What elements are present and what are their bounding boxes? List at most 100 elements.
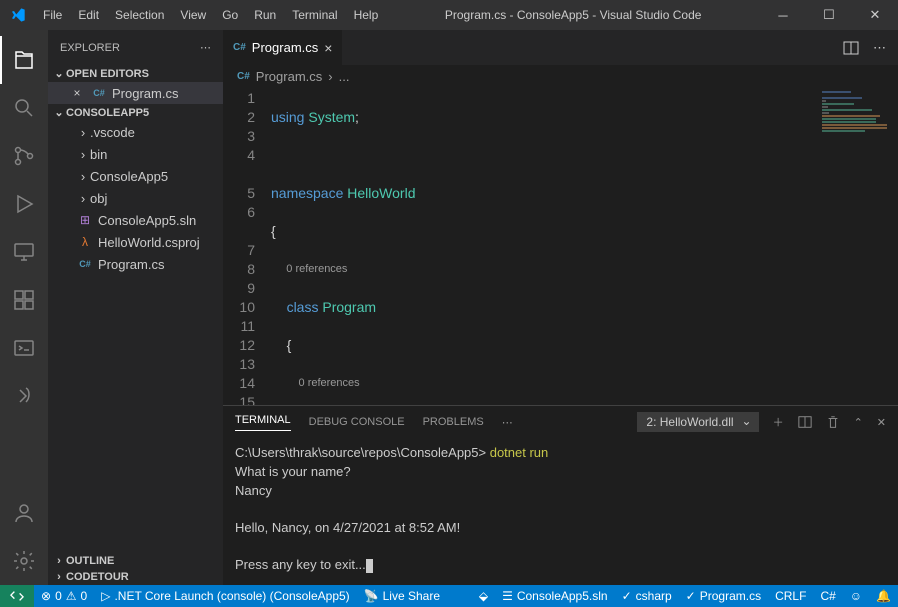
more-icon[interactable]: ⋯ (200, 41, 211, 54)
remote-indicator[interactable] (0, 585, 34, 607)
file-label: Program.cs (98, 257, 164, 272)
maximize-panel-icon[interactable]: ⌃ (854, 416, 863, 429)
source-control-icon[interactable] (0, 132, 48, 180)
terminal-line: Hello, Nancy, on 4/27/2021 at 8:52 AM! (235, 520, 460, 535)
file-sln[interactable]: ⊞ConsoleApp5.sln (48, 209, 223, 231)
editor-group: C# Program.cs × ⋯ C# Program.cs › ... 12… (223, 30, 898, 585)
status-debug-config[interactable]: ▷ .NET Core Launch (console) (ConsoleApp… (94, 585, 356, 607)
menu-file[interactable]: File (35, 0, 70, 30)
menu-edit[interactable]: Edit (70, 0, 107, 30)
panel-tab-problems[interactable]: PROBLEMS (423, 416, 484, 428)
terminal-activity-icon[interactable] (0, 324, 48, 372)
csharp-file-icon: C# (233, 42, 246, 53)
tab-program-cs[interactable]: C# Program.cs × (223, 30, 343, 65)
panel-tab-debug-console[interactable]: DEBUG CONSOLE (309, 416, 405, 428)
search-icon[interactable] (0, 84, 48, 132)
status-live-share[interactable]: 📡 Live Share (357, 585, 447, 607)
account-icon[interactable] (0, 489, 48, 537)
close-panel-icon[interactable]: ✕ (877, 416, 886, 429)
sln-file-icon: ⊞ (76, 213, 94, 227)
run-debug-icon[interactable] (0, 180, 48, 228)
file-csproj[interactable]: λ HelloWorld.csproj (48, 231, 223, 253)
panel-tabs: TERMINAL DEBUG CONSOLE PROBLEMS ⋯ 2: Hel… (223, 406, 898, 438)
code-editor[interactable]: 1234 56 789101112131415 using System; na… (223, 87, 898, 405)
menu-run[interactable]: Run (246, 0, 284, 30)
maximize-button[interactable]: ☐ (806, 0, 852, 30)
terminal-command: dotnet run (490, 445, 549, 460)
extensions-icon[interactable] (0, 276, 48, 324)
terminal-dropdown[interactable]: 2: HelloWorld.dll (637, 412, 758, 432)
open-editors-label: OPEN EDITORS (66, 68, 149, 80)
status-lang[interactable]: ✓ csharp (615, 585, 679, 607)
split-editor-icon[interactable] (843, 40, 859, 56)
codelens-references[interactable]: 0 references (299, 377, 360, 389)
remote-explorer-icon[interactable] (0, 228, 48, 276)
close-icon[interactable]: × (68, 86, 86, 100)
folder-label: ConsoleApp5 (90, 169, 168, 184)
menu-view[interactable]: View (172, 0, 214, 30)
chevron-right-icon: › (76, 147, 90, 162)
breadcrumb[interactable]: C# Program.cs › ... (223, 65, 898, 87)
more-icon[interactable]: ⋯ (873, 40, 886, 56)
project-section[interactable]: ⌄CONSOLEAPP5 (48, 104, 223, 121)
menu-terminal[interactable]: Terminal (284, 0, 345, 30)
status-problems[interactable]: ⊗ 0 ⚠ 0 (34, 585, 94, 607)
status-file[interactable]: ✓ Program.cs (679, 585, 768, 607)
open-editor-label: Program.cs (112, 86, 178, 101)
terminal-line: What is your name? (235, 464, 351, 479)
panel-tab-terminal[interactable]: TERMINAL (235, 414, 291, 431)
close-icon[interactable]: × (324, 40, 332, 56)
minimap[interactable] (818, 87, 898, 405)
live-share-icon[interactable] (0, 372, 48, 420)
terminal-prompt: C:\Users\thrak\source\repos\ConsoleApp5> (235, 445, 490, 460)
status-language-mode[interactable]: C# (813, 585, 842, 607)
terminal-output[interactable]: C:\Users\thrak\source\repos\ConsoleApp5>… (223, 438, 898, 585)
open-editor-item[interactable]: × C# Program.cs (48, 82, 223, 104)
project-label: CONSOLEAPP5 (66, 107, 149, 119)
file-program-cs[interactable]: C#Program.cs (48, 253, 223, 275)
codelens-references[interactable]: 0 references (286, 263, 347, 275)
file-label: HelloWorld.csproj (98, 235, 200, 250)
terminal-cursor (366, 559, 373, 573)
outline-section[interactable]: ›OUTLINE (48, 553, 223, 569)
csproj-file-icon: λ (76, 235, 94, 249)
more-icon[interactable]: ⋯ (502, 416, 513, 429)
title-bar: File Edit Selection View Go Run Terminal… (0, 0, 898, 30)
vscode-logo (0, 7, 35, 23)
code-content[interactable]: using System; namespace HelloWorld { 0 r… (271, 87, 818, 405)
settings-icon[interactable] (0, 537, 48, 585)
menu-help[interactable]: Help (346, 0, 387, 30)
chevron-right-icon: › (76, 125, 90, 140)
breadcrumb-file: Program.cs (256, 69, 322, 84)
split-terminal-icon[interactable] (798, 415, 812, 429)
folder-consoleapp5[interactable]: ›ConsoleApp5 (48, 165, 223, 187)
folder-bin[interactable]: ›bin (48, 143, 223, 165)
open-editors-section[interactable]: ⌄OPEN EDITORS (48, 65, 223, 82)
breadcrumb-separator: › (328, 69, 332, 84)
close-button[interactable]: ✕ (852, 0, 898, 30)
new-terminal-icon[interactable]: ＋ (773, 414, 784, 430)
status-eol[interactable]: CRLF (768, 585, 813, 607)
folder-obj[interactable]: ›obj (48, 187, 223, 209)
status-flame-icon[interactable]: ⬙ (472, 585, 495, 607)
kill-terminal-icon[interactable] (826, 415, 840, 429)
menu-selection[interactable]: Selection (107, 0, 172, 30)
window-controls: ─ ☐ ✕ (760, 0, 898, 30)
menu-bar: File Edit Selection View Go Run Terminal… (35, 0, 386, 30)
status-notifications-icon[interactable]: 🔔 (869, 585, 898, 607)
terminal-line: Press any key to exit... (235, 557, 366, 572)
explorer-header: EXPLORER ⋯ (48, 30, 223, 65)
menu-go[interactable]: Go (214, 0, 246, 30)
csharp-file-icon: C# (237, 71, 250, 82)
folder-vscode[interactable]: ›.vscode (48, 121, 223, 143)
status-sln[interactable]: ☰ ConsoleApp5.sln (495, 585, 615, 607)
codetour-section[interactable]: ›CODETOUR (48, 569, 223, 585)
explorer-icon[interactable] (0, 36, 48, 84)
status-bar: ⊗ 0 ⚠ 0 ▷ .NET Core Launch (console) (Co… (0, 585, 898, 607)
folder-label: .vscode (90, 125, 135, 140)
chevron-right-icon: › (52, 555, 66, 567)
chevron-right-icon: › (76, 169, 90, 184)
breadcrumb-more: ... (339, 69, 350, 84)
status-feedback-icon[interactable]: ☺ (843, 585, 869, 607)
minimize-button[interactable]: ─ (760, 0, 806, 30)
